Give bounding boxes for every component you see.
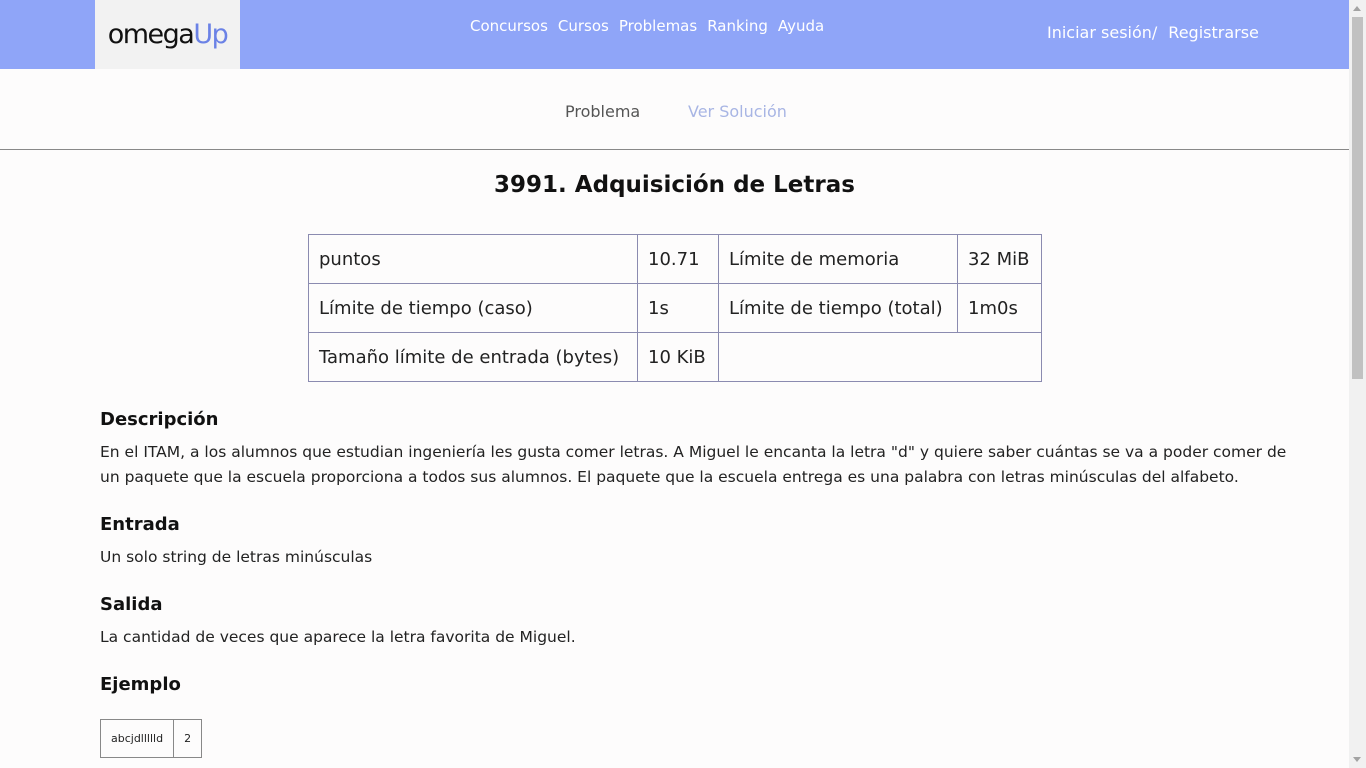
input-heading: Entrada xyxy=(100,514,180,535)
table-cell: Límite de tiempo (total) xyxy=(718,283,958,333)
example-heading: Ejemplo xyxy=(100,674,181,695)
example-output: 2 xyxy=(173,719,203,758)
arrow-down-icon xyxy=(1353,757,1361,762)
table-row: Límite de tiempo (caso) 1s Límite de tie… xyxy=(308,283,1042,333)
logo-text-omega: omega xyxy=(107,19,195,50)
omegaup-logo[interactable]: omega Up xyxy=(95,0,240,69)
table-cell: 10.71 xyxy=(637,234,719,284)
table-cell: 10 KiB xyxy=(637,332,719,382)
example-table: abcjdllllld 2 xyxy=(99,719,203,758)
tabs-divider xyxy=(0,149,1349,150)
output-heading: Salida xyxy=(100,594,163,615)
problem-info-table: puntos 10.71 Límite de memoria 32 MiB Lí… xyxy=(308,234,1042,382)
scroll-down-button[interactable] xyxy=(1349,751,1366,768)
register-link[interactable]: Registrarse xyxy=(1168,23,1259,42)
login-link[interactable]: Iniciar sesión/ xyxy=(1047,23,1157,42)
output-text: La cantidad de veces que aparece la letr… xyxy=(100,628,576,646)
table-cell: Tamaño límite de entrada (bytes) xyxy=(308,332,638,382)
tab-problem[interactable]: Problema xyxy=(565,102,640,121)
description-text: En el ITAM, a los alumnos que estudian i… xyxy=(100,443,1287,486)
table-cell-empty xyxy=(718,332,1042,382)
description-heading: Descripción xyxy=(100,409,219,430)
table-cell: puntos xyxy=(308,234,638,284)
table-cell: 1s xyxy=(637,283,719,333)
input-text: Un solo string de letras minúsculas xyxy=(100,548,373,566)
table-cell: Límite de memoria xyxy=(718,234,958,284)
table-cell: Límite de tiempo (caso) xyxy=(308,283,638,333)
scroll-up-button[interactable] xyxy=(1349,0,1366,17)
nav-link-problemas[interactable]: Problemas xyxy=(619,17,697,35)
logo-text-up: Up xyxy=(193,19,228,50)
table-row: puntos 10.71 Límite de memoria 32 MiB xyxy=(308,234,1042,284)
table-row: Tamaño límite de entrada (bytes) 10 KiB xyxy=(308,332,1042,382)
top-navbar: omega Up Concursos Cursos Problemas Ranki… xyxy=(0,0,1349,69)
nav-link-ranking[interactable]: Ranking xyxy=(707,17,768,35)
auth-links: Iniciar sesión/ Registrarse xyxy=(1047,23,1259,42)
table-cell: 32 MiB xyxy=(957,234,1042,284)
vertical-scrollbar[interactable] xyxy=(1349,0,1366,768)
scrollbar-thumb[interactable] xyxy=(1352,17,1363,379)
page-title: 3991. Adquisición de Letras xyxy=(494,172,855,198)
table-cell: 1m0s xyxy=(957,283,1042,333)
tab-view-solution[interactable]: Ver Solución xyxy=(688,102,787,121)
main-nav: Concursos Cursos Problemas Ranking Ayuda xyxy=(470,17,824,35)
problem-tabs: Problema Ver Solución xyxy=(0,102,1349,124)
example-input: abcjdllllld xyxy=(99,719,175,758)
arrow-up-icon xyxy=(1353,6,1361,11)
nav-link-cursos[interactable]: Cursos xyxy=(558,17,609,35)
nav-link-ayuda[interactable]: Ayuda xyxy=(778,17,824,35)
table-row: abcjdllllld 2 xyxy=(99,719,203,758)
nav-link-concursos[interactable]: Concursos xyxy=(470,17,548,35)
